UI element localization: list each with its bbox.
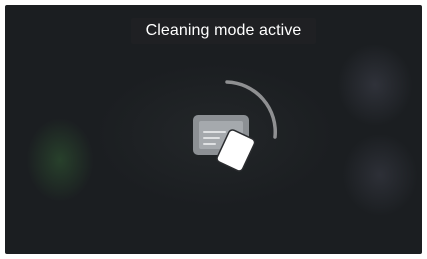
screen-frame: Cleaning mode active (0, 0, 427, 259)
wipe-screen-icon (193, 115, 256, 172)
status-message: Cleaning mode active (145, 22, 302, 39)
status-banner: Cleaning mode active (131, 18, 316, 44)
cleaning-animation (155, 75, 285, 185)
cleaning-graphic (193, 80, 277, 172)
cleaning-mode-screen: Cleaning mode active (5, 5, 422, 254)
